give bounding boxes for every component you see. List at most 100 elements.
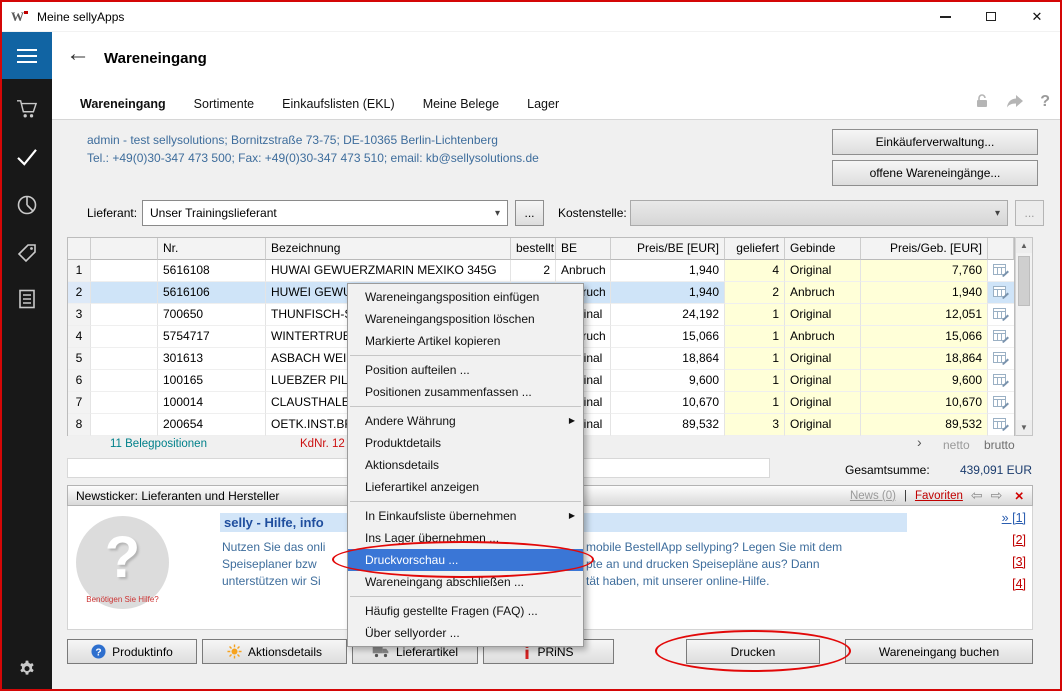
brutto-label[interactable]: brutto: [984, 438, 1015, 452]
menu-item-produktdetails[interactable]: Produktdetails: [348, 432, 583, 454]
offene-wareneingaenge-button[interactable]: offene Wareneingänge...: [832, 160, 1038, 186]
einkaeuferverwaltung-button[interactable]: Einkäuferverwaltung...: [832, 129, 1038, 155]
row-edit-icon[interactable]: [988, 414, 1014, 436]
header-preis-geb[interactable]: Preis/Geb. [EUR]: [861, 238, 988, 260]
share-arrow-icon[interactable]: [1006, 94, 1024, 111]
scroll-down-icon[interactable]: ▼: [1016, 420, 1032, 435]
news-page-link[interactable]: [3]: [960, 555, 1026, 577]
row-edit-icon[interactable]: [988, 282, 1014, 304]
menu-item-markierte-artikel-kopieren[interactable]: Markierte Artikel kopieren: [348, 330, 583, 352]
tab-wareneingang[interactable]: Wareneingang: [80, 97, 166, 111]
supplier-contact: Tel.: +49(0)30-347 473 500; Fax: +49(0)3…: [87, 151, 539, 165]
cart-icon[interactable]: [2, 94, 52, 124]
tab-sortimente[interactable]: Sortimente: [194, 97, 254, 111]
cell-gebinde: Original: [785, 260, 861, 282]
help-icon[interactable]: ?: [1040, 93, 1050, 111]
pie-chart-icon[interactable]: [2, 190, 52, 220]
header-geliefert[interactable]: geliefert: [725, 238, 785, 260]
menu-item-wareneingang-abschließen[interactable]: Wareneingang abschließen ...: [348, 571, 583, 593]
produktinfo-button[interactable]: ?Produktinfo: [67, 639, 197, 664]
menu-item-label: Lieferartikel anzeigen: [365, 480, 479, 494]
checkmark-icon[interactable]: [2, 142, 52, 172]
menu-item-label: Über sellyorder ...: [365, 626, 460, 640]
news-text: Speiseplaner bzw: [222, 557, 317, 571]
info-icon: ?: [91, 644, 106, 659]
row-edit-icon[interactable]: [988, 326, 1014, 348]
news-page-link[interactable]: [4]: [960, 577, 1026, 599]
menu-item-über-sellyorder[interactable]: Über sellyorder ...: [348, 622, 583, 644]
maximize-button[interactable]: [968, 2, 1014, 31]
news-link[interactable]: News (0): [850, 490, 896, 502]
news-headline[interactable]: selly - Hilfe, info: [224, 515, 324, 530]
row-edit-icon[interactable]: [988, 304, 1014, 326]
menu-item-andere-währung[interactable]: Andere Währung▶: [348, 410, 583, 432]
menu-separator: [350, 355, 581, 356]
row-marker-cell: [91, 260, 158, 282]
row-number: 6: [68, 370, 91, 392]
aktionsdetails-button[interactable]: Aktionsdetails: [202, 639, 347, 664]
table-row[interactable]: 15616108HUWAI GEWUERZMARIN MEXIKO 345G2A…: [68, 260, 1014, 282]
header-be[interactable]: BE: [556, 238, 611, 260]
button-label: Aktionsdetails: [248, 645, 322, 659]
header-marker: [91, 238, 158, 260]
lock-icon[interactable]: [974, 93, 990, 112]
menu-item-ins-lager-übernehmen[interactable]: Ins Lager übernehmen ...: [348, 527, 583, 549]
menu-item-lieferartikel-anzeigen[interactable]: Lieferartikel anzeigen: [348, 476, 583, 498]
cell-preis-be: 9,600: [611, 370, 725, 392]
next-arrow-icon[interactable]: ⇨: [991, 487, 1003, 504]
back-arrow-icon[interactable]: ←: [66, 42, 90, 66]
news-page-link[interactable]: » [1]: [960, 511, 1026, 533]
hamburger-menu-icon[interactable]: [2, 32, 52, 79]
cell-nr: 100165: [158, 370, 266, 392]
menu-item-häufig-gestellte-fragen-faq[interactable]: Häufig gestellte Fragen (FAQ) ...: [348, 600, 583, 622]
row-edit-icon[interactable]: [988, 392, 1014, 414]
menu-item-wareneingangsposition-löschen[interactable]: Wareneingangsposition löschen: [348, 308, 583, 330]
cell-gebinde: Original: [785, 370, 861, 392]
scroll-up-icon[interactable]: ▲: [1016, 238, 1032, 253]
cell-nr: 5616106: [158, 282, 266, 304]
kostenstelle-browse-button: ...: [1015, 200, 1044, 226]
prev-arrow-icon[interactable]: ⇦: [971, 487, 983, 504]
kostenstelle-combobox[interactable]: ▾: [630, 200, 1008, 226]
cell-nr: 100014: [158, 392, 266, 414]
row-edit-icon[interactable]: [988, 370, 1014, 392]
cell-nr: 700650: [158, 304, 266, 326]
header-nr[interactable]: Nr.: [158, 238, 266, 260]
row-number: 8: [68, 414, 91, 436]
wareneingang-buchen-button[interactable]: Wareneingang buchen: [845, 639, 1033, 664]
news-page-links: » [1][2][3][4]: [960, 511, 1026, 599]
tab-lager[interactable]: Lager: [527, 97, 559, 111]
menu-item-druckvorschau[interactable]: Druckvorschau ...: [348, 549, 583, 571]
favoriten-link[interactable]: Favoriten: [915, 490, 963, 502]
header-gebinde[interactable]: Gebinde: [785, 238, 861, 260]
header-bezeichnung[interactable]: Bezeichnung: [266, 238, 511, 260]
price-tag-icon[interactable]: [2, 238, 52, 268]
hscroll-right-icon[interactable]: ›: [917, 434, 922, 450]
table-scrollbar[interactable]: ▲ ▼: [1015, 237, 1033, 436]
drucken-button[interactable]: Drucken: [686, 639, 820, 664]
news-page-link[interactable]: [2]: [960, 533, 1026, 555]
menu-item-aktionsdetails[interactable]: Aktionsdetails: [348, 454, 583, 476]
lieferant-combobox[interactable]: Unser Trainingslieferant ▾: [142, 200, 508, 226]
cell-preis-geb: 9,600: [861, 370, 988, 392]
catalog-book-icon[interactable]: [2, 284, 52, 314]
lieferant-browse-button[interactable]: ...: [515, 200, 544, 226]
header-preis-be[interactable]: Preis/BE [EUR]: [611, 238, 725, 260]
row-edit-icon[interactable]: [988, 260, 1014, 282]
cell-preis-geb: 18,864: [861, 348, 988, 370]
tab-meine-belege[interactable]: Meine Belege: [423, 97, 499, 111]
netto-label[interactable]: netto: [943, 438, 970, 452]
tab-einkaufslisten-ekl[interactable]: Einkaufslisten (EKL): [282, 97, 395, 111]
menu-item-position-aufteilen[interactable]: Position aufteilen ...: [348, 359, 583, 381]
menu-item-in-einkaufsliste-übernehmen[interactable]: In Einkaufsliste übernehmen▶: [348, 505, 583, 527]
menu-item-wareneingangsposition-einfügen[interactable]: Wareneingangsposition einfügen: [348, 286, 583, 308]
newsticker-close-icon[interactable]: ✕: [1014, 489, 1024, 503]
menu-item-positionen-zusammenfassen[interactable]: Positionen zusammenfassen ...: [348, 381, 583, 403]
window-title: Meine sellyApps: [37, 10, 124, 24]
row-number: 7: [68, 392, 91, 414]
close-button[interactable]: ✕: [1014, 2, 1060, 31]
header-bestellt[interactable]: bestellt: [511, 238, 556, 260]
row-edit-icon[interactable]: [988, 348, 1014, 370]
scroll-thumb[interactable]: [1018, 256, 1030, 306]
minimize-button[interactable]: [922, 2, 968, 31]
